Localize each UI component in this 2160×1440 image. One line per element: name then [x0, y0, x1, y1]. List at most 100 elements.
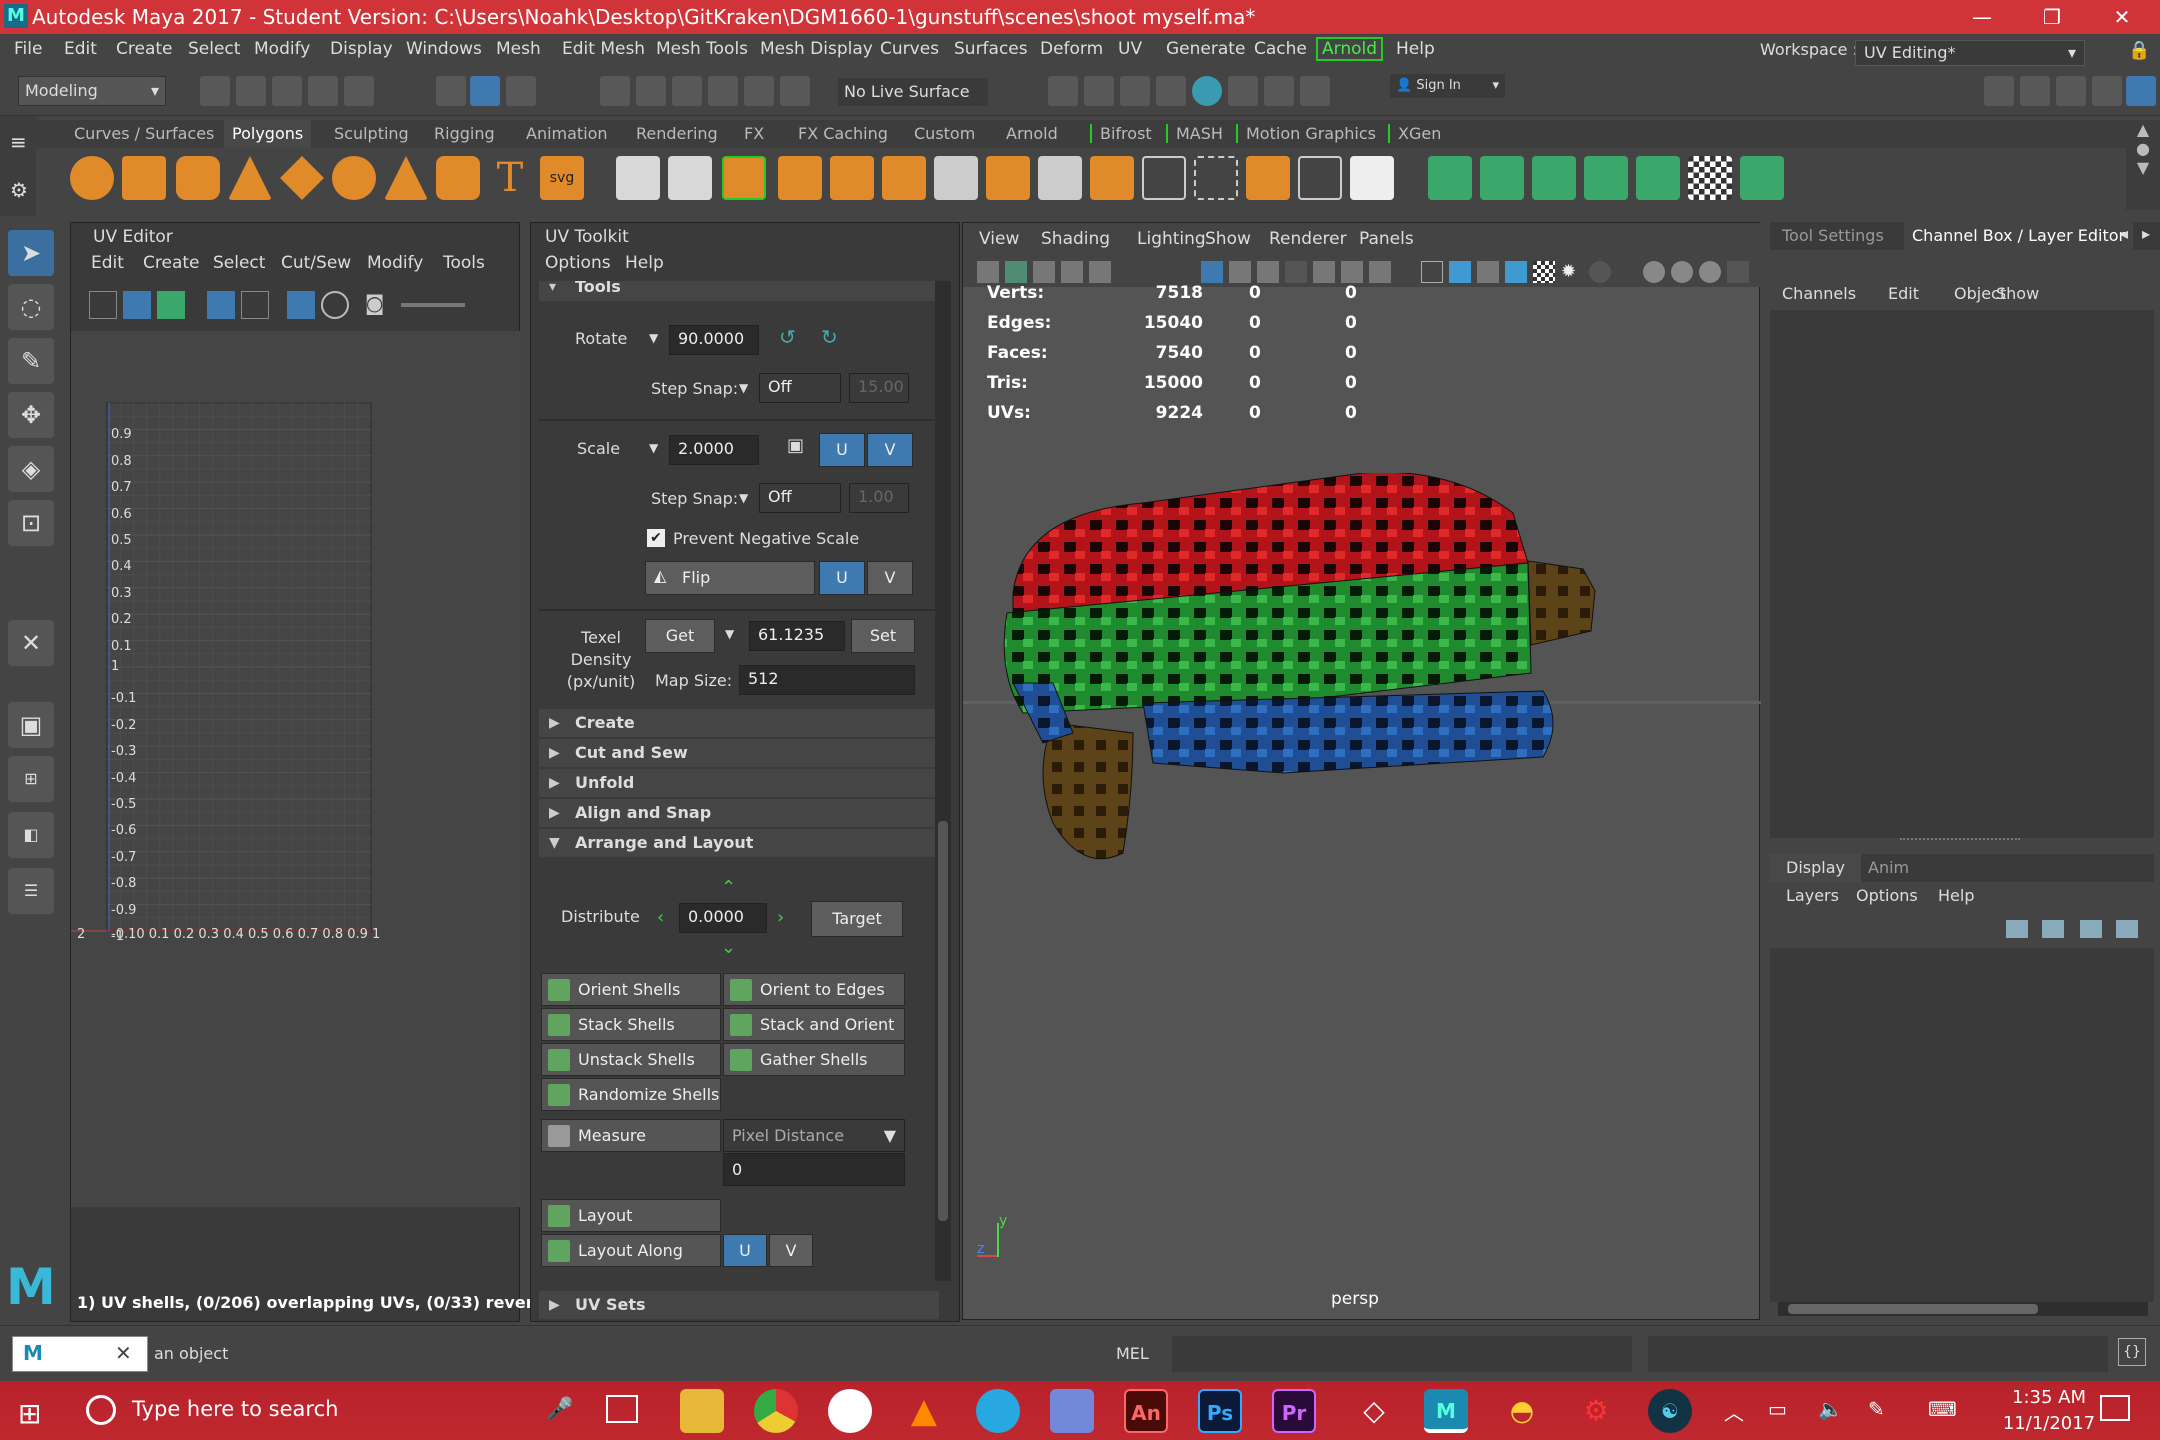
uv-checker-icon[interactable]: [207, 291, 235, 319]
file-explorer-icon[interactable]: [680, 1389, 724, 1433]
measure-button[interactable]: Measure: [541, 1119, 721, 1152]
layer-menu-layers[interactable]: Layers: [1786, 886, 1839, 905]
tab-xgen[interactable]: XGen: [1388, 124, 1441, 143]
menu-modify[interactable]: Modify: [254, 39, 310, 59]
tab-fx[interactable]: FX: [744, 124, 764, 143]
render-frame-icon[interactable]: [1084, 76, 1114, 106]
field-chart-icon[interactable]: [1313, 261, 1335, 283]
layer-menu-options[interactable]: Options: [1856, 886, 1918, 905]
menu-edit-mesh[interactable]: Edit Mesh: [562, 39, 645, 59]
four-view-icon[interactable]: ⊞: [8, 756, 54, 802]
tab-fx-caching[interactable]: FX Caching: [798, 124, 888, 143]
channel-box-icon[interactable]: [2126, 76, 2156, 106]
text-icon[interactable]: T: [488, 156, 532, 200]
checker-icon[interactable]: [1688, 156, 1732, 200]
ipr-render-icon[interactable]: [1120, 76, 1150, 106]
open-scene-icon[interactable]: [236, 76, 266, 106]
uv-snapshot-icon[interactable]: ◙: [365, 291, 393, 319]
uv-menu-tools[interactable]: Tools: [443, 253, 485, 273]
rotate-snap-dropdown-icon[interactable]: ▼: [739, 381, 748, 395]
new-layer-icon[interactable]: [2080, 920, 2102, 938]
rotate-ccw-icon[interactable]: ↺: [779, 325, 796, 349]
extrude-icon[interactable]: [882, 156, 926, 200]
wireframe-on-shaded-icon[interactable]: [1505, 261, 1527, 283]
windows-start-icon[interactable]: ⊞: [18, 1397, 41, 1430]
arnold-render-icon[interactable]: [1228, 76, 1258, 106]
flip-button[interactable]: ◭ Flip: [645, 561, 815, 595]
menu-surfaces[interactable]: Surfaces: [954, 39, 1028, 59]
rotate-tool-icon[interactable]: ◈: [8, 446, 54, 492]
animate-icon[interactable]: An: [1124, 1389, 1168, 1433]
workspace-select[interactable]: UV Editing* ▾: [1855, 40, 2085, 66]
menu-display[interactable]: Display: [330, 39, 393, 59]
scale-value-field[interactable]: 2.0000: [669, 435, 759, 465]
premiere-icon[interactable]: Pr: [1272, 1389, 1316, 1433]
distribute-down-icon[interactable]: ⌄: [721, 937, 736, 958]
pen-icon[interactable]: ✎: [1868, 1397, 1885, 1421]
orient-shells-button[interactable]: Orient Shells: [541, 973, 721, 1006]
section-uv-sets[interactable]: ▶ UV Sets: [539, 1291, 939, 1319]
select-tool-icon[interactable]: ➤: [8, 230, 54, 276]
tab-anim-layers[interactable]: Anim: [1868, 858, 1909, 877]
poly-cube-icon[interactable]: [122, 156, 166, 200]
volume-icon[interactable]: 🔈: [1818, 1397, 1843, 1421]
scale-u-button[interactable]: U: [819, 433, 865, 467]
menu-select[interactable]: Select: [188, 39, 240, 59]
measure-mode-select[interactable]: Pixel Distance ▼: [723, 1119, 905, 1152]
tab-display-layers[interactable]: Display: [1770, 854, 1861, 882]
scale-snap-value[interactable]: 1.00: [849, 483, 909, 513]
tab-rendering[interactable]: Rendering: [636, 124, 718, 143]
texel-density-field[interactable]: 61.1235: [749, 621, 845, 651]
attribute-editor-icon[interactable]: [2056, 76, 2086, 106]
section-cut-sew[interactable]: ▶ Cut and Sew: [539, 739, 939, 767]
uv-menu-edit[interactable]: Edit: [91, 253, 124, 273]
unstack-shells-button[interactable]: Unstack Shells: [541, 1043, 721, 1076]
tab-animation[interactable]: Animation: [526, 124, 608, 143]
snap-vertex-icon[interactable]: [780, 76, 810, 106]
render-settings-icon[interactable]: [1156, 76, 1186, 106]
map-size-field[interactable]: 512: [739, 665, 915, 695]
grid-toggle-icon[interactable]: [1201, 261, 1223, 283]
poly-cone-icon[interactable]: [228, 156, 272, 200]
tab-tool-settings[interactable]: Tool Settings: [1782, 226, 1884, 245]
isolate-select-icon[interactable]: [1727, 261, 1749, 283]
taskbar-search[interactable]: Type here to search: [132, 1397, 338, 1421]
modeling-toolkit-icon[interactable]: [1984, 76, 2014, 106]
tab-sculpting[interactable]: Sculpting: [334, 124, 409, 143]
uv-tile-icon[interactable]: [241, 291, 269, 319]
camera-icon[interactable]: [977, 261, 999, 283]
tool-settings-icon[interactable]: [2092, 76, 2122, 106]
section-unfold[interactable]: ▶ Unfold: [539, 769, 939, 797]
section-arrange-layout[interactable]: ▼ Arrange and Layout: [539, 829, 939, 857]
toolkit-menu-options[interactable]: Options: [545, 253, 611, 273]
distribute-up-icon[interactable]: ⌃: [721, 877, 736, 898]
lock-icon[interactable]: 🔒: [2128, 40, 2150, 61]
target-weld-icon[interactable]: [1298, 156, 1342, 200]
menu-deform[interactable]: Deform: [1040, 39, 1103, 59]
scale-snap-dropdown-icon[interactable]: ▼: [739, 491, 748, 505]
lasso-tool-icon[interactable]: ◌: [8, 284, 54, 330]
menu-edit[interactable]: Edit: [64, 39, 97, 59]
vp-menu-panels[interactable]: Panels: [1359, 229, 1414, 249]
target-button[interactable]: Target: [811, 901, 903, 937]
flip-u-button[interactable]: U: [819, 561, 865, 595]
texel-dropdown-icon[interactable]: ▼: [725, 627, 734, 641]
poly-cylinder-icon[interactable]: [176, 156, 220, 200]
maya-task-thumb[interactable]: M ✕: [12, 1336, 148, 1372]
ambient-occlusion-icon[interactable]: [1643, 261, 1665, 283]
auto-map-icon[interactable]: [1480, 156, 1524, 200]
uv-canvas[interactable]: 1 -0.10 0.1 0.2 0.3 0.4 0.5 0.6 0.7 0.8 …: [71, 331, 521, 1207]
section-tools[interactable]: ▾ Tools: [539, 281, 939, 301]
use-all-lights-icon[interactable]: ✹: [1561, 261, 1583, 283]
svg-icon[interactable]: svg: [540, 156, 584, 200]
smooth-shade-icon[interactable]: [1449, 261, 1471, 283]
shelf-scroll[interactable]: ▲ ● ▼: [2126, 120, 2160, 210]
menu-uv[interactable]: UV: [1118, 39, 1142, 59]
task-view-icon[interactable]: [606, 1395, 638, 1423]
mel-label[interactable]: MEL: [1116, 1344, 1149, 1363]
vp-menu-shading[interactable]: Shading: [1041, 229, 1110, 249]
show-manipulator-icon[interactable]: ✕: [8, 620, 54, 666]
snap-grid-icon[interactable]: [600, 76, 630, 106]
app-hat-icon[interactable]: ◓: [1500, 1389, 1544, 1433]
gitkraken-icon[interactable]: [976, 1389, 1020, 1433]
